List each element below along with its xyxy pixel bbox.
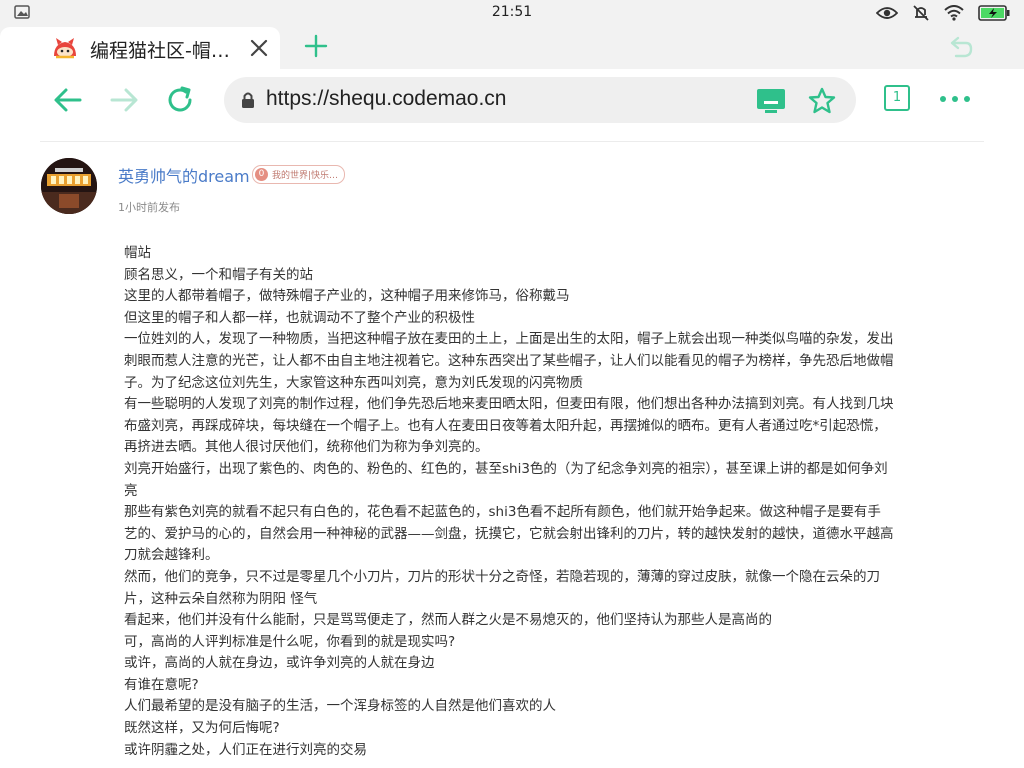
- bookmark-star-icon[interactable]: [808, 87, 836, 115]
- status-bar: 21:51: [0, 0, 1024, 27]
- lock-icon: [242, 92, 254, 108]
- author-avatar[interactable]: [41, 158, 97, 214]
- divider: [40, 141, 984, 142]
- post-line: 刘亮开始盛行，出现了紫色的、肉色的、粉色的、红色的，甚至shi3色的（为了纪念争…: [124, 460, 888, 499]
- post-line: 帽站: [124, 245, 151, 261]
- badge-level: 0: [255, 168, 268, 181]
- author-badge[interactable]: 0 我的世界|快乐…: [252, 165, 346, 184]
- address-bar[interactable]: https://shequ.codemao.cn: [224, 77, 856, 123]
- mute-icon: [913, 5, 929, 21]
- post-line: 然而，他们的竞争，只不过是零星几个小刀片，刀片的形状十分之奇怪，若隐若现的，薄薄…: [124, 568, 880, 607]
- refresh-icon[interactable]: [164, 84, 196, 116]
- author-name-link[interactable]: 英勇帅气的dream: [118, 163, 250, 187]
- url-text: https://shequ.codemao.cn: [266, 87, 507, 110]
- more-menu-icon[interactable]: [936, 87, 974, 111]
- post-line: 或许，高尚的人就在身边，或许争刘亮的人就在身边: [124, 655, 435, 672]
- wifi-icon: [944, 5, 964, 21]
- active-tab[interactable]: 编程猫社区-帽…: [0, 27, 280, 69]
- post-line: 有一些聪明的人发现了刘亮的制作过程，他们争先恐后地来麦田晒太阳，但麦田有限，他们…: [124, 396, 894, 456]
- post-line: 那些有紫色刘亮的就看不起只有白色的，花色看不起蓝色的，shi3色看不起所有颜色，…: [124, 504, 894, 564]
- tab-title: 编程猫社区-帽…: [90, 40, 230, 62]
- reading-mode-icon[interactable]: [756, 88, 786, 114]
- post-body: 帽站 顾名思义，一个和帽子有关的站 这里的人都带着帽子，做特殊帽子产业的，这种帽…: [124, 243, 894, 761]
- post-line: 可，高尚的人评判标准是什么呢，你看到的就是现实吗?: [124, 633, 456, 650]
- close-tab-icon[interactable]: [248, 37, 270, 59]
- undo-close-tab-icon[interactable]: [946, 33, 974, 61]
- status-icons: [876, 4, 1010, 22]
- codemao-favicon-icon: [54, 38, 76, 59]
- post-line: 看起来，他们并没有什么能耐，只是骂骂便走了，然而人群之火是不易熄灭的，他们坚持认…: [124, 612, 772, 629]
- badge-text: 我的世界|快乐…: [272, 171, 339, 181]
- post-line: 既然这样，又为何后悔呢?: [124, 720, 280, 737]
- battery-charging-icon: [978, 5, 1010, 21]
- page-content: 英勇帅气的dream 0 我的世界|快乐… 1小时前发布 帽站 顾名思义，一个和…: [0, 131, 1024, 768]
- browser-screen: 21:51 编程猫社区-帽… https://shequ.codemao.cn …: [0, 0, 1024, 768]
- post-line: 或许阴霾之处，人们正在进行刘亮的交易: [124, 741, 367, 758]
- back-arrow-icon[interactable]: [52, 84, 84, 116]
- post-line: 这里的人都带着帽子，做特殊帽子产业的，这种帽子用来修饰马，俗称戴马: [124, 288, 570, 305]
- post-line: 有谁在意呢?: [124, 676, 199, 693]
- eye-icon: [876, 7, 898, 19]
- browser-toolbar: https://shequ.codemao.cn 1: [0, 69, 1024, 131]
- tab-bar: 编程猫社区-帽…: [0, 27, 1024, 69]
- post-line: 顾名思义，一个和帽子有关的站: [124, 266, 313, 283]
- post-line: 一位姓刘的人，发现了一种物质，当把这种帽子放在麦田的土上，上面是出生的太阳，帽子…: [124, 331, 894, 391]
- post-line: 人们最希望的是没有脑子的生活，一个浑身标签的人自然是他们喜欢的人: [124, 698, 556, 715]
- forward-arrow-icon[interactable]: [108, 84, 140, 116]
- status-time: 21:51: [491, 4, 533, 20]
- post-time: 1小时前发布: [118, 201, 180, 214]
- new-tab-icon[interactable]: [303, 33, 329, 59]
- post-line: 但这里的帽子和人都一样，也就调动不了整个产业的积极性: [124, 309, 475, 326]
- avatar-image-icon: [41, 158, 97, 214]
- tab-switcher-button[interactable]: 1: [884, 85, 910, 111]
